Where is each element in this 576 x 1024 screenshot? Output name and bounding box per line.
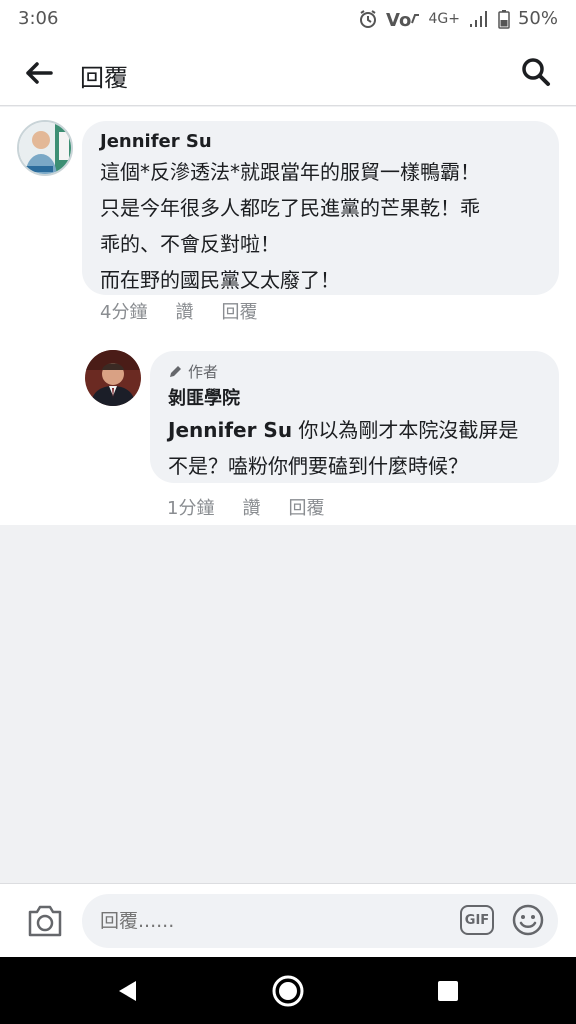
status-icons: Vo 4G+ 50% (358, 8, 558, 29)
comment: 作者 剝匪學院 Jennifer Su 你以為剛才本院沒截屏是 不是？嗑粉你們要… (0, 337, 576, 525)
square-recents-icon (438, 981, 458, 1001)
like-button[interactable]: 讚 (175, 298, 193, 324)
avatar[interactable] (17, 120, 73, 176)
like-button[interactable]: 讚 (242, 494, 260, 520)
nav-home-button[interactable] (270, 973, 306, 1009)
author-badge-label: 作者 (188, 363, 219, 381)
avatar[interactable] (85, 350, 141, 406)
comment-text: 這個*反滲透法*就跟當年的服貿一樣鴨霸！ 只是今年很多人都吃了民進黨的芒果乾！乖… (100, 160, 480, 292)
comment-author[interactable]: 剝匪學院 (168, 384, 541, 410)
home-circle-icon (272, 975, 304, 1007)
reply-button[interactable]: 回覆 (221, 298, 257, 324)
comment-bubble: 作者 剝匪學院 Jennifer Su 你以為剛才本院沒截屏是 不是？嗑粉你們要… (150, 351, 559, 483)
emoji-icon (512, 904, 544, 936)
comment-bubble: Jennifer Su 這個*反滲透法*就跟當年的服貿一樣鴨霸！ 只是今年很多人… (82, 121, 559, 295)
comment-thread: Jennifer Su 這個*反滲透法*就跟當年的服貿一樣鴨霸！ 只是今年很多人… (0, 107, 576, 525)
search-icon (522, 58, 550, 86)
reply-button[interactable]: 回覆 (288, 494, 324, 520)
nav-recents-button[interactable] (430, 973, 466, 1009)
gif-button[interactable]: GIF (460, 905, 494, 935)
alarm-icon (358, 9, 378, 29)
search-button[interactable] (518, 54, 554, 90)
comment-actions: 1分鐘 讚 回覆 (167, 494, 324, 520)
nav-back-button[interactable] (110, 973, 146, 1009)
network-type: 4G+ (428, 10, 460, 27)
signal-icon (468, 9, 490, 29)
comment-time: 4分鐘 (100, 302, 148, 323)
comment-author[interactable]: Jennifer Su (100, 131, 541, 152)
battery-percent: 50% (517, 8, 558, 29)
comment-text: Jennifer Su 你以為剛才本院沒截屏是 不是？嗑粉你們要磕到什麼時候？ (168, 412, 541, 484)
reply-composer: GIF (0, 883, 576, 957)
comment-actions: 4分鐘 讚 回覆 (100, 298, 257, 324)
mention-link[interactable]: Jennifer Su (168, 418, 292, 442)
page-title: 回覆 (80, 64, 128, 92)
pencil-icon (170, 365, 181, 377)
status-bar: 3:06 Vo 4G+ 50% (0, 0, 576, 38)
app-header: 回覆 (0, 38, 576, 106)
arrow-left-icon (26, 62, 53, 84)
author-badge: 作者 (168, 361, 541, 382)
back-button[interactable] (22, 56, 56, 90)
emoji-button[interactable] (512, 904, 544, 936)
svg-text:Vo: Vo (386, 10, 411, 29)
system-nav-bar (0, 957, 576, 1024)
status-time: 3:06 (18, 8, 59, 29)
triangle-back-icon (119, 981, 136, 1001)
empty-area (0, 525, 576, 883)
volte-icon: Vo (386, 9, 420, 29)
comment: Jennifer Su 這個*反滲透法*就跟當年的服貿一樣鴨霸！ 只是今年很多人… (0, 107, 576, 327)
camera-button[interactable] (26, 904, 64, 938)
battery-icon (498, 9, 510, 29)
comment-time: 1分鐘 (167, 498, 215, 519)
camera-icon (28, 905, 62, 937)
